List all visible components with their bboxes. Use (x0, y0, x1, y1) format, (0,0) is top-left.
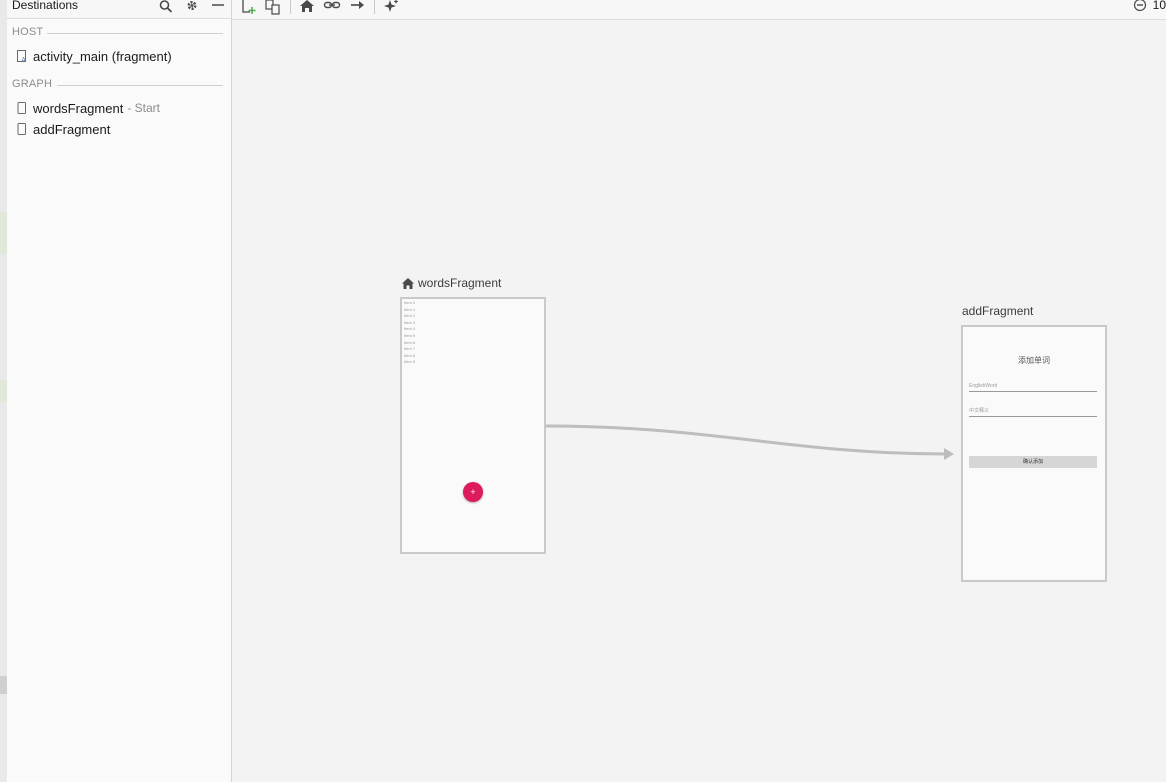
fragment-icon (17, 102, 26, 114)
fragment-name: wordsFragment (418, 276, 502, 290)
create-nested-graph-icon[interactable] (264, 0, 282, 16)
destination-item-words-fragment[interactable]: wordsFragment - Start (17, 99, 160, 117)
list-item: Item 3 (404, 319, 416, 325)
destination-item-add-fragment[interactable]: addFragment (17, 120, 110, 138)
new-destination-icon[interactable] (240, 0, 258, 16)
navigation-graph-canvas[interactable]: wordsFragment Item 0 Item 1 Item 2 Item 3 It… (232, 20, 1166, 782)
list-item: Item 1 (404, 306, 416, 312)
home-icon[interactable] (298, 0, 316, 16)
list-item: Item 6 (404, 339, 416, 345)
list-item: Item 7 (404, 346, 416, 352)
list-item: Item 8 (404, 352, 416, 358)
list-item: Item 9 (404, 359, 416, 365)
host-section-label: HOST (12, 26, 44, 38)
graph-section-label: GRAPH (12, 78, 53, 90)
add-word-title: 添加单词 (1018, 356, 1050, 365)
list-item: Item 5 (404, 333, 416, 338)
zoom-control: 10 (1133, 0, 1166, 12)
zoom-out-icon[interactable] (1133, 0, 1147, 12)
editor-gutter (0, 0, 7, 782)
confirm-add-button[interactable]: 确认添加 (969, 456, 1097, 468)
list-item: Item 0 (404, 300, 416, 305)
gutter-marker (0, 212, 7, 254)
start-destination-label: - Start (127, 101, 160, 115)
destination-item-label: activity_main (fragment) (33, 48, 172, 64)
graph-section-divider (57, 85, 223, 86)
gutter-marker (0, 380, 7, 402)
destinations-panel: Destinations HOST A activity_main (fragm… (7, 0, 232, 782)
zoom-level: 10 (1152, 0, 1166, 12)
words-fragment-preview[interactable]: Item 0 Item 1 Item 2 Item 3 Item 4 Item 5 Item… (400, 297, 546, 554)
add-fragment-preview[interactable]: 添加单词 EnglishWord 中文释义 确认添加 (961, 325, 1107, 582)
gear-icon[interactable] (185, 0, 199, 14)
destinations-header: Destinations (7, 0, 231, 19)
add-fragment-label[interactable]: addFragment (962, 304, 1033, 318)
destination-item-label: addFragment (33, 121, 111, 137)
add-action-arrow-icon[interactable] (349, 0, 367, 16)
list-item: Item 4 (404, 326, 416, 332)
english-word-input[interactable]: EnglishWord (969, 381, 1097, 392)
destination-item-activity-main[interactable]: A activity_main (fragment) (17, 47, 172, 65)
toolbar-separator (290, 0, 291, 14)
search-icon[interactable] (159, 0, 173, 14)
destinations-title: Destinations (12, 0, 79, 12)
gutter-marker (0, 676, 7, 694)
fragment-icon (17, 123, 26, 135)
deep-link-icon[interactable] (323, 0, 341, 16)
destination-item-label: wordsFragment (33, 100, 124, 116)
words-fragment-label[interactable]: wordsFragment (401, 276, 501, 290)
activity-layout-icon: A (17, 50, 27, 62)
start-destination-home-icon (402, 277, 414, 289)
add-word-fab[interactable]: + (463, 482, 483, 502)
list-item: Item 2 (404, 313, 416, 319)
host-section-divider (47, 33, 223, 34)
fragment-name: addFragment (962, 304, 1034, 318)
auto-arrange-sparkle-icon[interactable] (382, 0, 400, 16)
nav-editor-toolbar: 10 (232, 0, 1166, 20)
minimize-icon[interactable] (211, 0, 225, 14)
toolbar-separator (374, 0, 375, 14)
chinese-meaning-input[interactable]: 中文释义 (969, 406, 1097, 417)
